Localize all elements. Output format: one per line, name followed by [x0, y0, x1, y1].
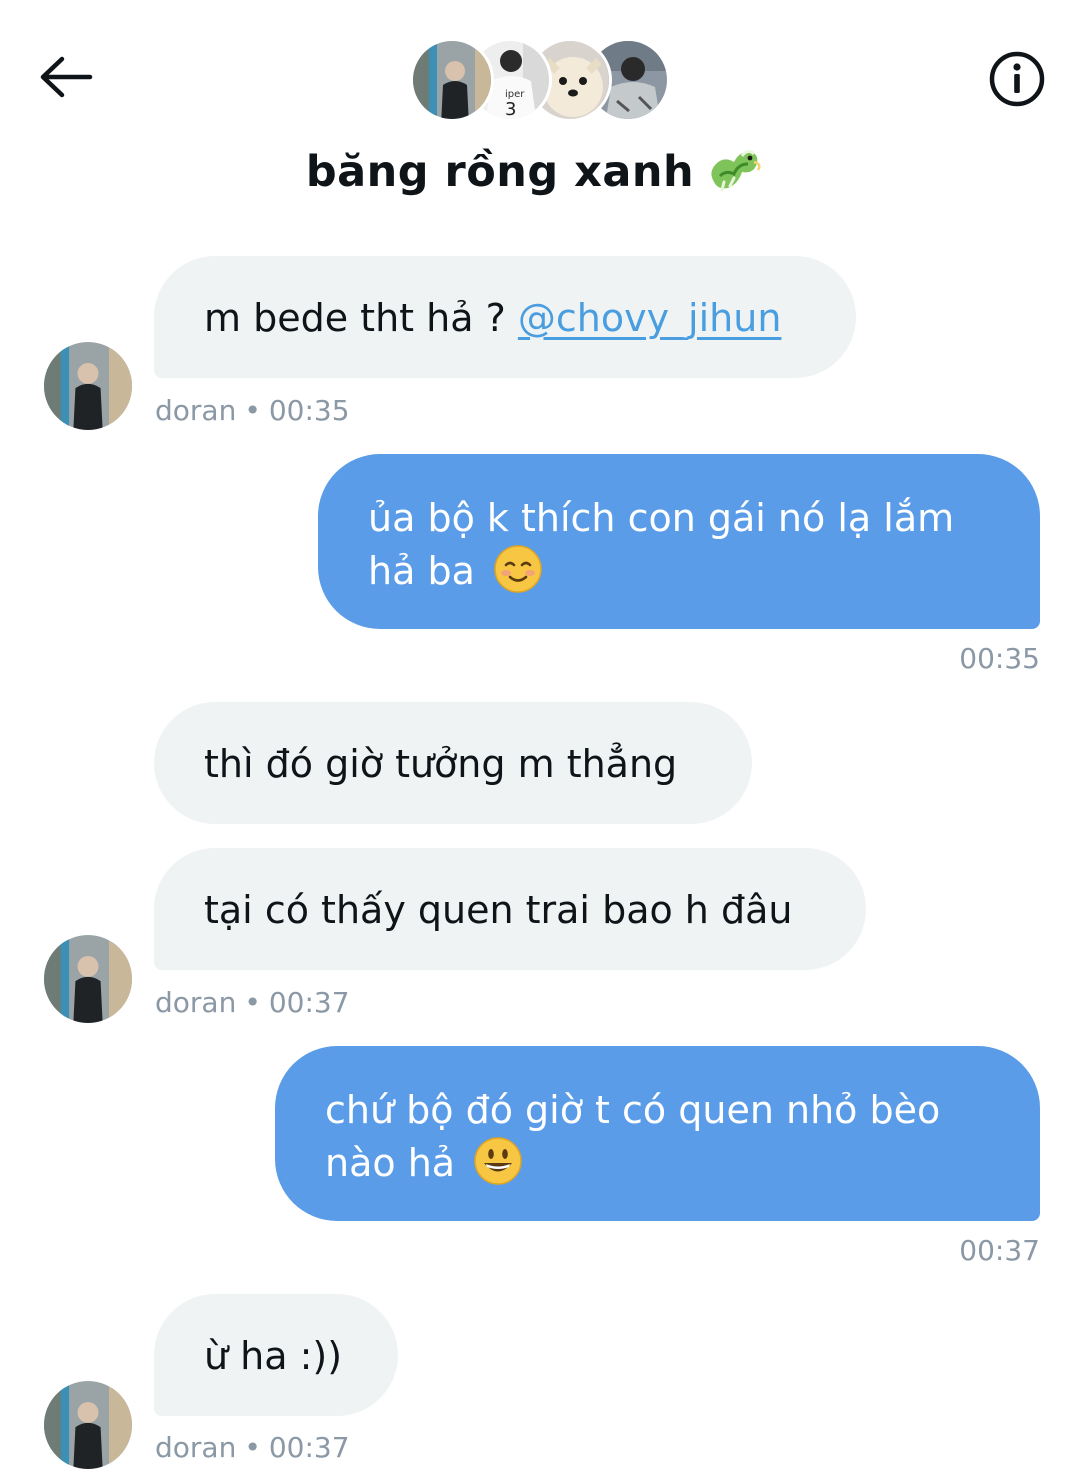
group-avatars[interactable]: iper 3 — [410, 38, 670, 124]
info-button[interactable] — [986, 48, 1048, 110]
message-time: 00:37 — [959, 1234, 1040, 1267]
message-bubble-incoming[interactable]: thì đó giờ tưởng m thẳng — [154, 702, 752, 824]
meta-separator: • — [244, 394, 261, 427]
message-time: 00:37 — [268, 986, 350, 1019]
avatar-image — [44, 935, 132, 1023]
message-bubble-incoming[interactable]: ừ ha :)) — [154, 1294, 398, 1416]
message-time: 00:35 — [268, 394, 350, 427]
sender-name: doran — [155, 1431, 237, 1464]
message-text: thì đó giờ tưởng m thẳng — [204, 742, 678, 786]
meta-separator: • — [244, 1431, 261, 1464]
sender-name: doran — [155, 394, 237, 427]
message-text-line-2: hả ba — [368, 549, 475, 593]
sender-avatar[interactable] — [44, 342, 132, 430]
mention-link[interactable]: @chovy_jihun — [518, 296, 782, 340]
grinning-face-icon — [474, 1137, 522, 1185]
message-text-line-1: ủa bộ k thích con gái nó lạ lắm — [368, 496, 955, 540]
group-avatar-1 — [410, 38, 494, 122]
message-bubble-outgoing[interactable]: ủa bộ k thích con gái nó lạ lắm hả ba — [318, 454, 1040, 629]
smiling-face-icon — [494, 545, 542, 593]
message-meta: doran • 00:37 — [155, 986, 350, 1019]
message-bubble-outgoing[interactable]: chứ bộ đó giờ t có quen nhỏ bèo nào hả — [275, 1046, 1040, 1221]
message-text-line-2: nào hả — [325, 1141, 456, 1185]
message-text-line-1: chứ bộ đó giờ t có quen nhỏ bèo — [325, 1088, 941, 1132]
back-button[interactable] — [36, 50, 96, 104]
message-bubble-incoming[interactable]: m bede tht hả ? @chovy_jihun — [154, 256, 856, 378]
avatar-image — [44, 1381, 132, 1469]
info-icon — [989, 51, 1045, 107]
message-meta: doran • 00:35 — [155, 394, 350, 427]
message-time: 00:35 — [959, 642, 1040, 675]
svg-text:3: 3 — [505, 99, 516, 120]
sender-avatar[interactable] — [44, 1381, 132, 1469]
message-text: tại có thấy quen trai bao h đâu — [204, 888, 793, 932]
avatar-image — [44, 342, 132, 430]
dragon-emoji-icon — [704, 142, 762, 207]
arrow-left-icon — [40, 56, 93, 98]
conversation-title[interactable]: băng rồng xanh — [0, 142, 1068, 207]
sender-name: doran — [155, 986, 237, 1019]
conversation-title-text: băng rồng xanh — [305, 147, 695, 197]
meta-separator: • — [244, 986, 261, 1019]
message-text: m bede tht hả ? — [204, 296, 506, 340]
message-bubble-incoming[interactable]: tại có thấy quen trai bao h đâu — [154, 848, 866, 970]
sender-avatar[interactable] — [44, 935, 132, 1023]
message-meta: doran • 00:37 — [155, 1431, 350, 1464]
message-time: 00:37 — [268, 1431, 350, 1464]
message-text: ừ ha :)) — [204, 1334, 343, 1378]
